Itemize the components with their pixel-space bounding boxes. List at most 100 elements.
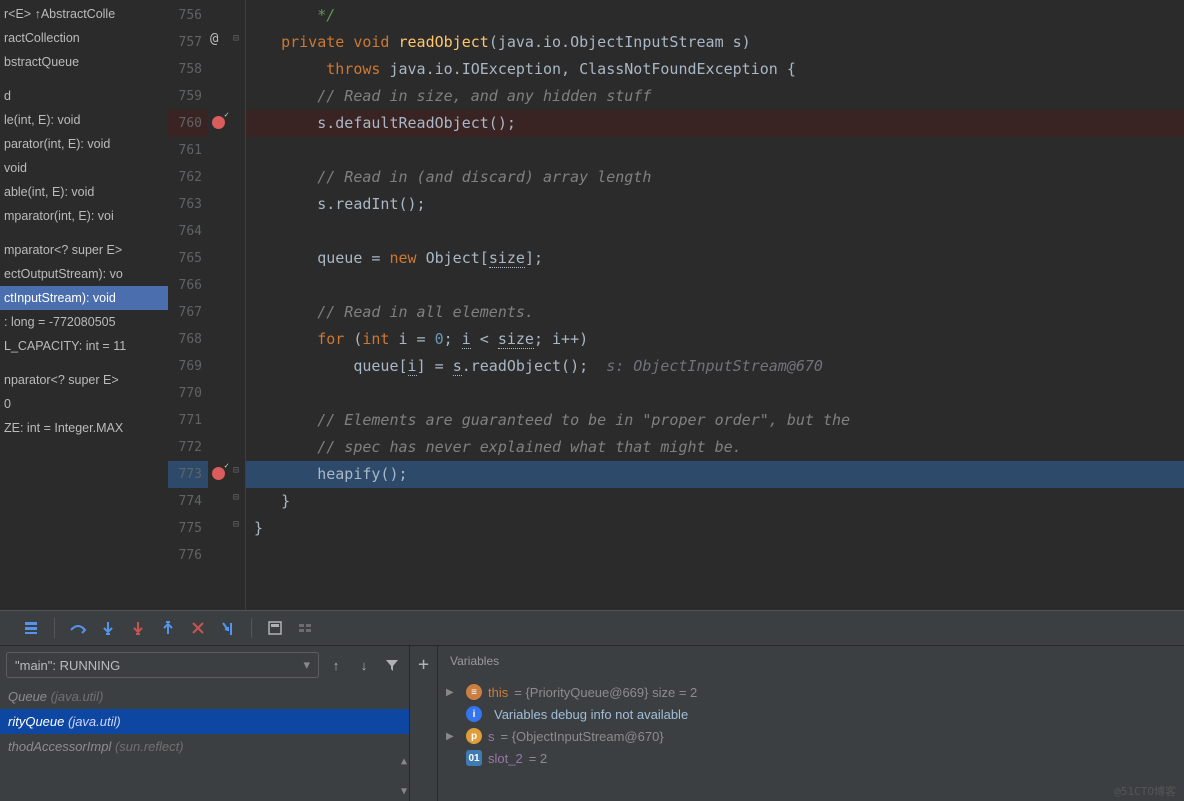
run-to-cursor-icon[interactable] — [215, 615, 241, 641]
evaluate-expression-icon[interactable] — [262, 615, 288, 641]
fold-toggle-icon[interactable]: ⊟ — [233, 465, 239, 476]
variable-type-icon: i — [466, 706, 482, 722]
variable-type-icon: 01 — [466, 750, 482, 766]
structure-item[interactable]: nparator<? super E> — [0, 368, 168, 392]
line-number[interactable]: 766 — [168, 272, 208, 299]
next-frame-icon[interactable]: ↓ — [353, 654, 375, 676]
frame-row-active[interactable]: rityQueue (java.util) — [0, 709, 409, 734]
line-number[interactable]: 765 — [168, 245, 208, 272]
breakpoint-icon[interactable] — [212, 116, 225, 129]
variable-name: s — [488, 729, 495, 744]
variable-value: Variables debug info not available — [494, 707, 688, 722]
code-area[interactable]: */ private void readObject(java.io.Objec… — [246, 0, 1184, 610]
structure-item[interactable]: L_CAPACITY: int = 11 — [0, 334, 168, 358]
code-text: queue = — [317, 249, 389, 267]
breakpoint-icon[interactable] — [212, 467, 225, 480]
code-text: s.defaultReadObject(); — [317, 114, 516, 132]
inlay-hint: s: ObjectInputStream@670 — [588, 357, 823, 375]
variable-row[interactable]: ▶ ≡ this = {PriorityQueue@669} size = 2 — [438, 681, 1184, 703]
drop-frame-icon[interactable] — [185, 615, 211, 641]
structure-item[interactable]: d — [0, 84, 168, 108]
structure-item[interactable]: ectOutputStream): vo — [0, 262, 168, 286]
code-keyword: private — [281, 33, 344, 51]
structure-item[interactable]: ractCollection — [0, 26, 168, 50]
structure-item[interactable]: le(int, E): void — [0, 108, 168, 132]
line-number[interactable]: 759 — [168, 83, 208, 110]
structure-item[interactable] — [0, 358, 168, 368]
line-number[interactable]: 767 — [168, 299, 208, 326]
variable-value: = 2 — [529, 751, 547, 766]
trace-current-stream-chain-icon[interactable] — [292, 615, 318, 641]
fold-gutter[interactable]: ⊟ ⊟ ⊟ ⊟ — [230, 0, 246, 610]
code-keyword: void — [353, 33, 389, 51]
variable-value: = {PriorityQueue@669} size = 2 — [514, 685, 697, 700]
step-into-icon[interactable] — [95, 615, 121, 641]
line-number[interactable]: 768 — [168, 326, 208, 353]
structure-item[interactable]: 0 — [0, 392, 168, 416]
code-comment: // Elements are guaranteed to be in "pro… — [317, 411, 850, 429]
structure-item[interactable] — [0, 74, 168, 84]
new-watch-button[interactable]: + — [410, 646, 438, 801]
structure-item[interactable]: able(int, E): void — [0, 180, 168, 204]
variable-name: slot_2 — [488, 751, 523, 766]
structure-item-selected[interactable]: ctInputStream): void — [0, 286, 168, 310]
line-number[interactable]: 769 — [168, 353, 208, 380]
frames-list[interactable]: Queue (java.util) rityQueue (java.util) … — [0, 684, 409, 801]
fold-toggle-icon[interactable]: ⊟ — [233, 492, 239, 503]
line-number[interactable]: 757 — [168, 29, 208, 56]
fold-toggle-icon[interactable]: ⊟ — [233, 33, 239, 44]
line-number[interactable]: 764 — [168, 218, 208, 245]
line-number[interactable]: 756 — [168, 2, 208, 29]
force-step-into-icon[interactable] — [125, 615, 151, 641]
structure-item[interactable]: parator(int, E): void — [0, 132, 168, 156]
code-comment: // spec has never explained what that mi… — [317, 438, 741, 456]
code-editor[interactable]: 7567577587597607617627637647657667677687… — [168, 0, 1184, 610]
line-number-gutter[interactable]: 7567577587597607617627637647657667677687… — [168, 0, 208, 610]
line-number[interactable]: 762 — [168, 164, 208, 191]
step-over-icon[interactable] — [65, 615, 91, 641]
frame-row[interactable]: Queue (java.util) — [0, 684, 409, 709]
scroll-down-icon[interactable]: ▼ — [401, 786, 407, 797]
frame-row[interactable]: thodAccessorImpl (sun.reflect) — [0, 734, 409, 759]
thread-selector[interactable]: "main": RUNNING ▾ — [6, 652, 319, 678]
filter-frames-icon[interactable] — [381, 654, 403, 676]
show-execution-point-icon[interactable] — [18, 615, 44, 641]
structure-item[interactable]: : long = -772080505 — [0, 310, 168, 334]
line-number[interactable]: 770 — [168, 380, 208, 407]
variable-type-icon: ≡ — [466, 684, 482, 700]
line-number[interactable]: 758 — [168, 56, 208, 83]
line-number[interactable]: 774 — [168, 488, 208, 515]
breakpoint-gutter[interactable]: @ — [208, 0, 230, 610]
variables-header: Variables — [438, 646, 1184, 677]
structure-item[interactable]: mparator(int, E): voi — [0, 204, 168, 228]
line-number[interactable]: 760 — [168, 110, 208, 137]
structure-view[interactable]: r<E> ↑AbstractColle ractCollection bstra… — [0, 0, 168, 610]
variable-row[interactable]: 01 slot_2 = 2 — [438, 747, 1184, 769]
fold-toggle-icon[interactable]: ⊟ — [233, 519, 239, 530]
expand-arrow-icon[interactable]: ▶ — [446, 731, 460, 742]
line-number[interactable]: 771 — [168, 407, 208, 434]
variable-row[interactable]: ▶ps = {ObjectInputStream@670} — [438, 725, 1184, 747]
line-number[interactable]: 773 — [168, 461, 208, 488]
line-number[interactable]: 772 — [168, 434, 208, 461]
structure-item[interactable]: ZE: int = Integer.MAX — [0, 416, 168, 440]
structure-item[interactable] — [0, 228, 168, 238]
variable-row[interactable]: i Variables debug info not available — [438, 703, 1184, 725]
frames-pane[interactable]: "main": RUNNING ▾ ↑ ↓ Queue (java.util) … — [0, 646, 410, 801]
step-out-icon[interactable] — [155, 615, 181, 641]
structure-item[interactable]: mparator<? super E> — [0, 238, 168, 262]
variable-name: this — [488, 685, 508, 700]
line-number[interactable]: 775 — [168, 515, 208, 542]
expand-arrow-icon[interactable]: ▶ — [446, 687, 460, 698]
override-marker-icon[interactable]: @ — [210, 31, 218, 47]
structure-item[interactable]: bstractQueue — [0, 50, 168, 74]
code-text: heapify(); — [317, 465, 407, 483]
scroll-up-icon[interactable]: ▲ — [401, 756, 407, 767]
line-number[interactable]: 761 — [168, 137, 208, 164]
line-number[interactable]: 763 — [168, 191, 208, 218]
variables-pane[interactable]: Variables ▶ ≡ this = {PriorityQueue@669} s… — [438, 646, 1184, 801]
prev-frame-icon[interactable]: ↑ — [325, 654, 347, 676]
structure-item[interactable]: r<E> ↑AbstractColle — [0, 2, 168, 26]
line-number[interactable]: 776 — [168, 542, 208, 569]
structure-item[interactable]: void — [0, 156, 168, 180]
